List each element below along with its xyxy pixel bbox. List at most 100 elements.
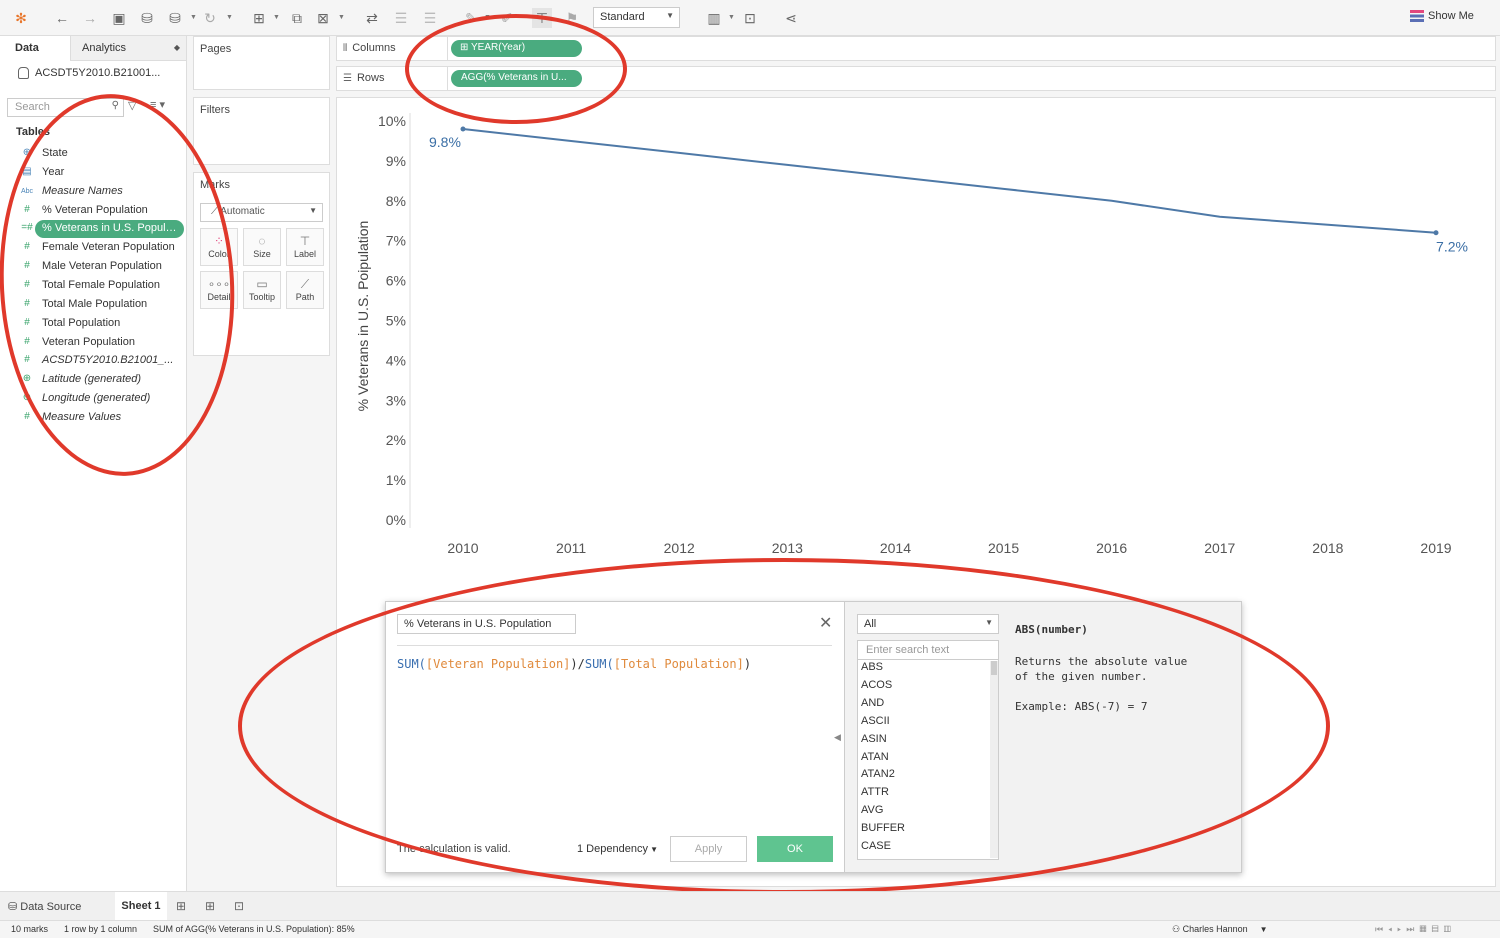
share-icon[interactable]: ⋖ xyxy=(781,8,801,28)
duplicate-sheet-icon[interactable]: ⧉ xyxy=(287,8,307,28)
data-source-tab[interactable]: ⛁ Data Source xyxy=(8,900,81,913)
sort-ascending-icon[interactable]: ☰ xyxy=(391,8,411,28)
search-input[interactable]: Search ⚲ xyxy=(7,98,124,117)
field-item[interactable]: Abc Measure Names xyxy=(0,183,187,202)
user-menu[interactable]: ⚇ Charles Hannon ▼ xyxy=(1172,924,1268,935)
field-item[interactable]: # % Veteran Population xyxy=(0,202,187,221)
dropdown-icon[interactable]: ▼ xyxy=(273,14,280,21)
calc-name-field[interactable]: % Veterans in U.S. Population xyxy=(397,614,576,634)
dropdown-icon[interactable]: ▼ xyxy=(226,14,233,21)
datasource-item[interactable]: ACSDT5Y2010.B21001... xyxy=(18,67,160,80)
function-item[interactable]: ATAN xyxy=(861,751,889,763)
field-item[interactable]: # Total Female Population xyxy=(0,277,187,296)
highlight-icon[interactable]: ✎ xyxy=(461,8,481,28)
field-item[interactable]: =# % Veterans in U.S. Populat... xyxy=(0,220,187,239)
scrollbar-thumb[interactable] xyxy=(991,661,997,675)
new-worksheet-icon[interactable]: ⊞ xyxy=(249,8,269,28)
function-item[interactable]: AVG xyxy=(861,804,883,816)
detail-button[interactable]: ∘∘∘ Detail xyxy=(200,271,238,309)
function-item[interactable]: ATTR xyxy=(861,786,889,798)
show-cards-icon[interactable]: ▥ xyxy=(704,8,724,28)
pages-card[interactable]: Pages xyxy=(193,36,330,90)
undo-icon[interactable]: ← xyxy=(52,8,72,28)
columns-shelf[interactable]: ⫴ Columns ⊞ YEAR(Year) xyxy=(336,36,1496,61)
fix-axes-icon[interactable]: ⚑ xyxy=(562,8,582,28)
detail-icon: ∘∘∘ xyxy=(207,277,231,291)
size-button[interactable]: ◌ Size xyxy=(243,228,281,266)
path-label: Path xyxy=(295,292,315,302)
close-icon[interactable]: ✕ xyxy=(819,613,832,633)
clear-sheet-icon[interactable]: ⊠ xyxy=(313,8,333,28)
dropdown-icon[interactable]: ▼ xyxy=(190,14,197,21)
function-search-input[interactable]: Enter search text xyxy=(857,640,999,660)
save-icon[interactable]: ▣ xyxy=(109,8,129,28)
tab-analytics[interactable]: Analytics ◆ xyxy=(70,36,186,61)
new-worksheet-icon[interactable]: ⊞ xyxy=(176,899,186,913)
field-item[interactable]: # Measure Values xyxy=(0,409,187,428)
tooltip-button[interactable]: ▭ Tooltip xyxy=(243,271,281,309)
field-item[interactable]: # Total Male Population xyxy=(0,296,187,315)
field-label: % Veteran Population xyxy=(42,203,148,216)
x-tick-label: 2019 xyxy=(1420,540,1451,556)
formula-editor[interactable]: SUM([Veteran Population])/SUM([Total Pop… xyxy=(397,657,751,671)
sheet-nav-controls[interactable]: ⏮◂▸⏭▦▤▥ xyxy=(1375,924,1456,935)
path-button[interactable]: ⟋ Path xyxy=(286,271,324,309)
redo-icon[interactable]: → xyxy=(80,8,100,28)
data-point xyxy=(1433,230,1439,236)
columns-pill[interactable]: ⊞ YEAR(Year) xyxy=(451,40,582,57)
dependency-button[interactable]: 1 Dependency ▼ xyxy=(577,843,658,855)
field-item[interactable]: ⊕ Latitude (generated) xyxy=(0,371,187,390)
function-item[interactable]: ASIN xyxy=(861,733,887,745)
apply-button[interactable]: Apply xyxy=(670,836,747,862)
presentation-mode-icon[interactable]: ⊡ xyxy=(740,8,760,28)
function-item[interactable]: ATAN2 xyxy=(861,768,895,780)
function-list[interactable]: ABS ACOS AND ASCII ASIN ATAN ATAN2 ATTR AVG BUFFE… xyxy=(857,660,999,860)
new-story-icon[interactable]: ⊡ xyxy=(234,899,244,913)
field-item[interactable]: # Total Population xyxy=(0,315,187,334)
field-item[interactable]: # Male Veteran Population xyxy=(0,258,187,277)
label-button[interactable]: ⊤ Label xyxy=(286,228,324,266)
function-item[interactable]: CASE xyxy=(861,840,891,852)
scrollbar[interactable] xyxy=(990,661,998,858)
new-dashboard-icon[interactable]: ⊞ xyxy=(205,899,215,913)
show-mark-labels-icon[interactable]: ⊤ xyxy=(532,8,552,28)
tableau-logo-icon[interactable]: ✻ xyxy=(11,8,31,28)
function-item[interactable]: AND xyxy=(861,697,884,709)
refresh-icon[interactable]: ↻ xyxy=(200,8,220,28)
swap-rows-columns-icon[interactable]: ⇄ xyxy=(362,8,382,28)
function-item[interactable]: ACOS xyxy=(861,679,892,691)
rows-pill[interactable]: AGG(% Veterans in U... xyxy=(451,70,582,87)
field-label: Female Veteran Population xyxy=(42,241,175,254)
function-category-select[interactable]: All ▼ xyxy=(857,614,999,634)
ok-button[interactable]: OK xyxy=(757,836,833,862)
view-options-icon[interactable]: ≡ ▾ xyxy=(150,98,165,111)
filters-card[interactable]: Filters xyxy=(193,97,330,165)
function-item[interactable]: ASCII xyxy=(861,715,890,727)
mark-type-select[interactable]: ⟋ Automatic ▼ xyxy=(200,203,323,222)
field-item[interactable]: ⊕ Longitude (generated) xyxy=(0,390,187,409)
filter-icon[interactable]: ▽ xyxy=(128,99,136,112)
new-datasource-icon[interactable]: ⛁ xyxy=(137,8,157,28)
field-item[interactable]: # Veteran Population xyxy=(0,334,187,353)
function-item[interactable]: ABS xyxy=(861,661,883,673)
fit-select[interactable]: Standard ▼ xyxy=(593,7,680,28)
field-item[interactable]: # Female Veteran Population xyxy=(0,239,187,258)
rows-shelf[interactable]: ☰ Rows AGG(% Veterans in U... xyxy=(336,66,1496,91)
tab-sheet-1[interactable]: Sheet 1 xyxy=(115,892,167,920)
field-item[interactable]: ▤ Year xyxy=(0,164,187,183)
function-item[interactable]: BUFFER xyxy=(861,822,905,834)
dropdown-icon[interactable]: ▼ xyxy=(484,14,491,21)
dropdown-icon[interactable]: ▼ xyxy=(338,14,345,21)
show-me-button[interactable]: Show Me xyxy=(1410,10,1474,23)
rows-label-text: Rows xyxy=(356,72,385,84)
tab-data[interactable]: Data xyxy=(0,36,70,61)
field-item[interactable]: ⊕ State xyxy=(0,145,187,164)
collapse-panel-icon[interactable]: ◀ xyxy=(834,732,841,743)
group-members-icon[interactable]: ✐ xyxy=(497,8,517,28)
field-item[interactable]: # ACSDT5Y2010.B21001_... xyxy=(0,352,187,371)
color-button[interactable]: ⁘ Color xyxy=(200,228,238,266)
pause-updates-icon[interactable]: ⛁ xyxy=(165,8,185,28)
sort-descending-icon[interactable]: ☰ xyxy=(420,8,440,28)
dropdown-icon[interactable]: ▼ xyxy=(728,14,735,21)
marks-title: Marks xyxy=(200,179,230,191)
